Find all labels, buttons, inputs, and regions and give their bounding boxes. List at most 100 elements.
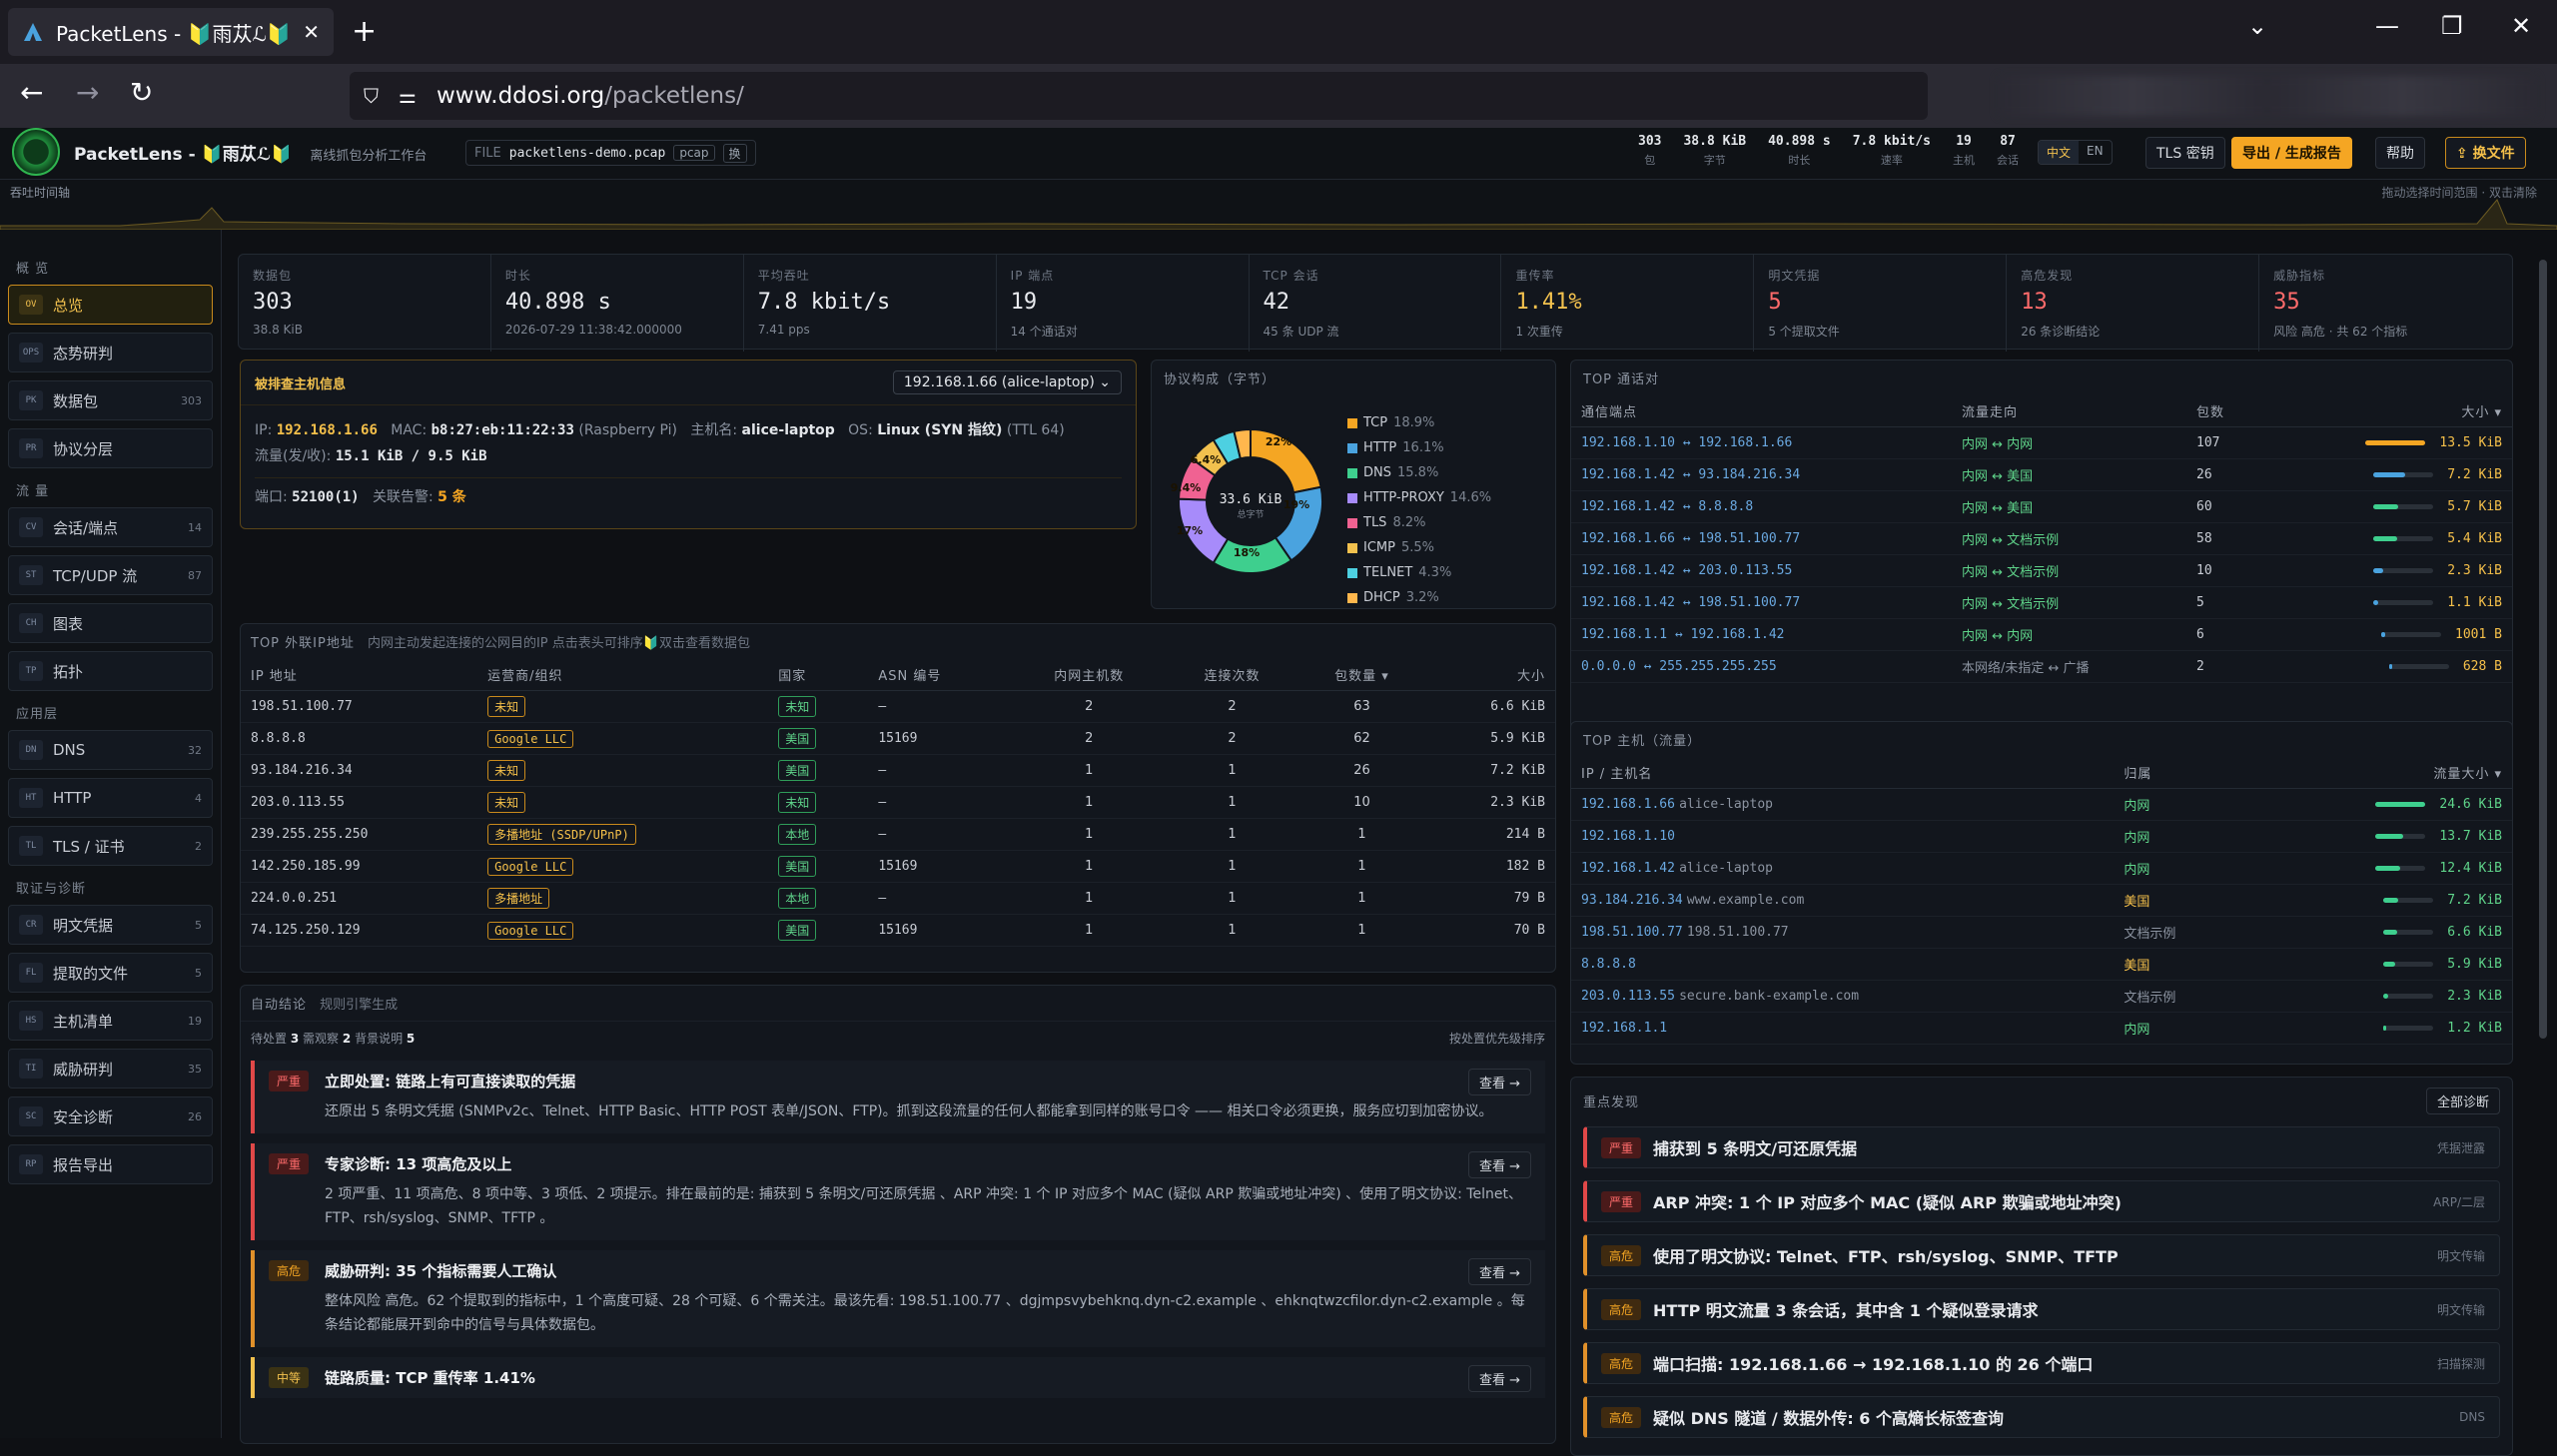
table-row[interactable]: 192.168.1.42 ↔ 8.8.8.8 内网 ↔ 美国 60 5.7 KiB [1571,490,2512,523]
conv-header[interactable]: 流量走向 [1951,395,2186,427]
lang-en-button[interactable]: EN [2079,141,2112,164]
table-row[interactable]: 192.168.1.66 ↔ 198.51.100.77 内网 ↔ 文档示例 58 5… [1571,522,2512,555]
table-row[interactable]: 93.184.216.34 www.example.com 美国 7.2 KiB [1571,884,2512,917]
site-settings-icon[interactable]: ⚌ [399,84,417,108]
export-report-button[interactable]: 导出 / 生成报告 [2231,137,2352,169]
sidebar-item-cv[interactable]: CV 会话/端点 14 [8,507,213,547]
table-row[interactable]: 74.125.250.129 Google LLC 美国 15169 1 1 1 70 B [241,914,1555,947]
all-diagnostics-button[interactable]: 全部诊断 [2425,1088,2500,1114]
kpi-card[interactable]: IP 端点 19 14 个通话对 [997,255,1250,352]
sidebar-item-tl[interactable]: TL TLS / 证书 2 [8,826,213,866]
table-row[interactable]: 192.168.1.42 ↔ 203.0.113.55 内网 ↔ 文档示例 10 2.… [1571,554,2512,587]
view-button[interactable]: 查看 → [1467,1258,1531,1285]
table-row[interactable]: 192.168.1.10 ↔ 192.168.1.66 内网 ↔ 内网 107 13.… [1571,426,2512,459]
kpi-card[interactable]: 数据包 303 38.8 KiB [239,255,491,352]
finding-item[interactable]: 高危 HTTP 明文流量 3 条会话，其中含 1 个疑似登录请求 明文传输 [1583,1288,2500,1330]
sidebar-item-tp[interactable]: TP 拓扑 [8,651,213,691]
sidebar-item-fl[interactable]: FL 提取的文件 5 [8,953,213,993]
forward-icon[interactable]: → [76,76,99,109]
help-button[interactable]: 帮助 [2375,137,2425,169]
view-button[interactable]: 查看 → [1467,1069,1531,1095]
reload-icon[interactable]: ↻ [130,76,153,109]
sidebar-item-hs[interactable]: HS 主机清单 19 [8,1001,213,1041]
finding-item[interactable]: 严重 ARP 冲突: 1 个 IP 对应多个 MAC (疑似 ARP 欺骗或地址冲… [1583,1180,2500,1222]
conv-header[interactable]: 包数 [2186,395,2263,427]
table-row[interactable]: 0.0.0.0 ↔ 255.255.255.255 本网络/未指定 ↔ 广播 2 62… [1571,650,2512,683]
finding-item[interactable]: 高危 端口扫描: 192.168.1.66 → 192.168.1.10 的 26… [1583,1342,2500,1384]
table-row[interactable]: 239.255.255.250 多播地址 (SSDP/UPnP) 本地 — 1 1 1 214… [241,818,1555,851]
host-alerts[interactable]: 5 条 [437,489,466,505]
sidebar-item-cr[interactable]: CR 明文凭据 5 [8,905,213,945]
kpi-card[interactable]: 明文凭据 5 5 个提取文件 [1754,255,2008,352]
close-tab-icon[interactable]: ✕ [303,20,320,44]
sidebar-item-pr[interactable]: PR 协议分层 [8,428,213,468]
finding-item[interactable]: 高危 疑似 DNS 隧道 / 数据外传: 6 个高熵长标签查询 DNS [1583,1396,2500,1438]
shield-icon[interactable]: ⛉ [364,84,379,108]
tab-list-icon[interactable]: ⌄ [2247,12,2267,40]
file-change-button[interactable]: 换 [722,143,747,163]
table-row[interactable]: 8.8.8.8 Google LLC 美国 15169 2 2 62 5.9 KiB [241,722,1555,755]
table-row[interactable]: 192.168.1.42 ↔ 93.184.216.34 内网 ↔ 美国 26 7.2… [1571,458,2512,491]
view-button[interactable]: 查看 → [1467,1365,1531,1392]
restore-icon[interactable]: ❐ [2441,12,2463,40]
table-row[interactable]: 192.168.1.42 alice-laptop 内网 12.4 KiB [1571,852,2512,885]
sidebar-item-ov[interactable]: OV 总览 [8,285,213,325]
kpi-card[interactable]: 威胁指标 35 风险 高危 · 共 62 个指标 [2259,255,2512,352]
table-row[interactable]: 203.0.113.55 未知 未知 — 1 1 10 2.3 KiB [241,786,1555,819]
language-switch[interactable]: 中文 EN [2038,140,2113,165]
ext-ip-header[interactable]: 大小 [1425,659,1555,691]
table-row[interactable]: 192.168.1.66 alice-laptop 内网 24.6 KiB [1571,788,2512,821]
table-row[interactable]: 8.8.8.8 美国 5.9 KiB [1571,948,2512,981]
kpi-card[interactable]: 高危发现 13 26 条诊断结论 [2007,255,2260,352]
table-row[interactable]: 192.168.1.1 内网 1.2 KiB [1571,1012,2512,1045]
new-tab-icon[interactable]: + [352,14,377,49]
url-bar[interactable]: ⛉ ⚌ www.ddosi.org/packetlens/ [350,72,1928,120]
sidebar-item-ti[interactable]: TI 威胁研判 35 [8,1049,213,1089]
table-row[interactable]: 93.184.216.34 未知 美国 — 1 1 26 7.2 KiB [241,754,1555,787]
finding-item[interactable]: 高危 使用了明文协议: Telnet、FTP、rsh/syslog、SNMP、TF… [1583,1234,2500,1276]
minimize-icon[interactable]: — [2375,12,2399,40]
sidebar-item-st[interactable]: ST TCP/UDP 流 87 [8,555,213,595]
hosts-header[interactable]: 归属 [2114,757,2245,789]
sidebar-item-pk[interactable]: PK 数据包 303 [8,380,213,420]
sidebar-item-rp[interactable]: RP 报告导出 [8,1144,213,1184]
tls-keys-button[interactable]: TLS 密钥 [2145,137,2225,169]
kpi-card[interactable]: 重传率 1.41% 1 次重传 [1501,255,1755,352]
kpi-card[interactable]: 时长 40.898 s 2026-07-29 11:38:42.000000 [491,255,744,352]
host-select[interactable]: 192.168.1.66 (alice-laptop) ⌄ [892,370,1122,394]
sidebar-item-dn[interactable]: DN DNS 32 [8,730,213,770]
ext-ip-header[interactable]: 运营商/组织 [477,659,769,691]
hosts-header[interactable]: IP / 主机名 [1571,757,2115,789]
concl-sort[interactable]: 按处置优先级排序 [1449,1030,1545,1047]
sidebar-item-ht[interactable]: HT HTTP 4 [8,778,213,818]
sidebar-item-sc[interactable]: SC 安全诊断 26 [8,1096,213,1136]
finding-item[interactable]: 严重 捕获到 5 条明文/可还原凭据 凭据泄露 [1583,1126,2500,1168]
table-row[interactable]: 192.168.1.10 内网 13.7 KiB [1571,820,2512,853]
sidebar-item-ch[interactable]: CH 图表 [8,603,213,643]
ext-ip-header[interactable]: IP 地址 [241,659,478,691]
ext-ip-header[interactable]: 国家 [768,659,869,691]
table-row[interactable]: 192.168.1.1 ↔ 192.168.1.42 内网 ↔ 内网 6 1001 B [1571,618,2512,651]
conv-header[interactable]: 通信端点 [1571,395,1952,427]
page-scrollbar[interactable] [2539,260,2547,1039]
ext-ip-header[interactable]: ASN 编号 [868,659,1012,691]
lang-zh-button[interactable]: 中文 [2039,141,2080,164]
hosts-header[interactable]: 流量大小 ▾ [2244,757,2512,789]
view-button[interactable]: 查看 → [1467,1151,1531,1178]
table-row[interactable]: 198.51.100.77 198.51.100.77 文档示例 6.6 KiB [1571,916,2512,949]
switch-file-button[interactable]: ⇪ 换文件 [2445,137,2526,169]
ext-ip-header[interactable]: 内网主机数 [1011,659,1167,691]
ext-ip-header[interactable]: 包数量 ▾ [1297,659,1426,691]
table-row[interactable]: 198.51.100.77 未知 未知 — 2 2 63 6.6 KiB [241,690,1555,723]
table-row[interactable]: 142.250.185.99 Google LLC 美国 15169 1 1 1 182 B [241,850,1555,883]
table-row[interactable]: 224.0.0.251 多播地址 本地 — 1 1 1 79 B [241,882,1555,915]
table-row[interactable]: 192.168.1.42 ↔ 198.51.100.77 内网 ↔ 文档示例 5 1.… [1571,586,2512,619]
table-row[interactable]: 203.0.113.55 secure.bank-example.com 文档示例… [1571,980,2512,1013]
ext-ip-header[interactable]: 连接次数 [1166,659,1298,691]
throughput-timeline[interactable]: 吞吐时间轴 拖动选择时间范围 · 双击清除 [0,180,2557,230]
sidebar-item-ops[interactable]: OPS 态势研判 [8,333,213,372]
browser-tab[interactable]: PacketLens - 🔰雨苁ℒ🔰 浏览器 ✕ [8,8,334,56]
conv-header[interactable]: 大小 ▾ [2262,395,2512,427]
window-close-icon[interactable]: ✕ [2511,12,2531,40]
back-icon[interactable]: ← [20,76,43,109]
